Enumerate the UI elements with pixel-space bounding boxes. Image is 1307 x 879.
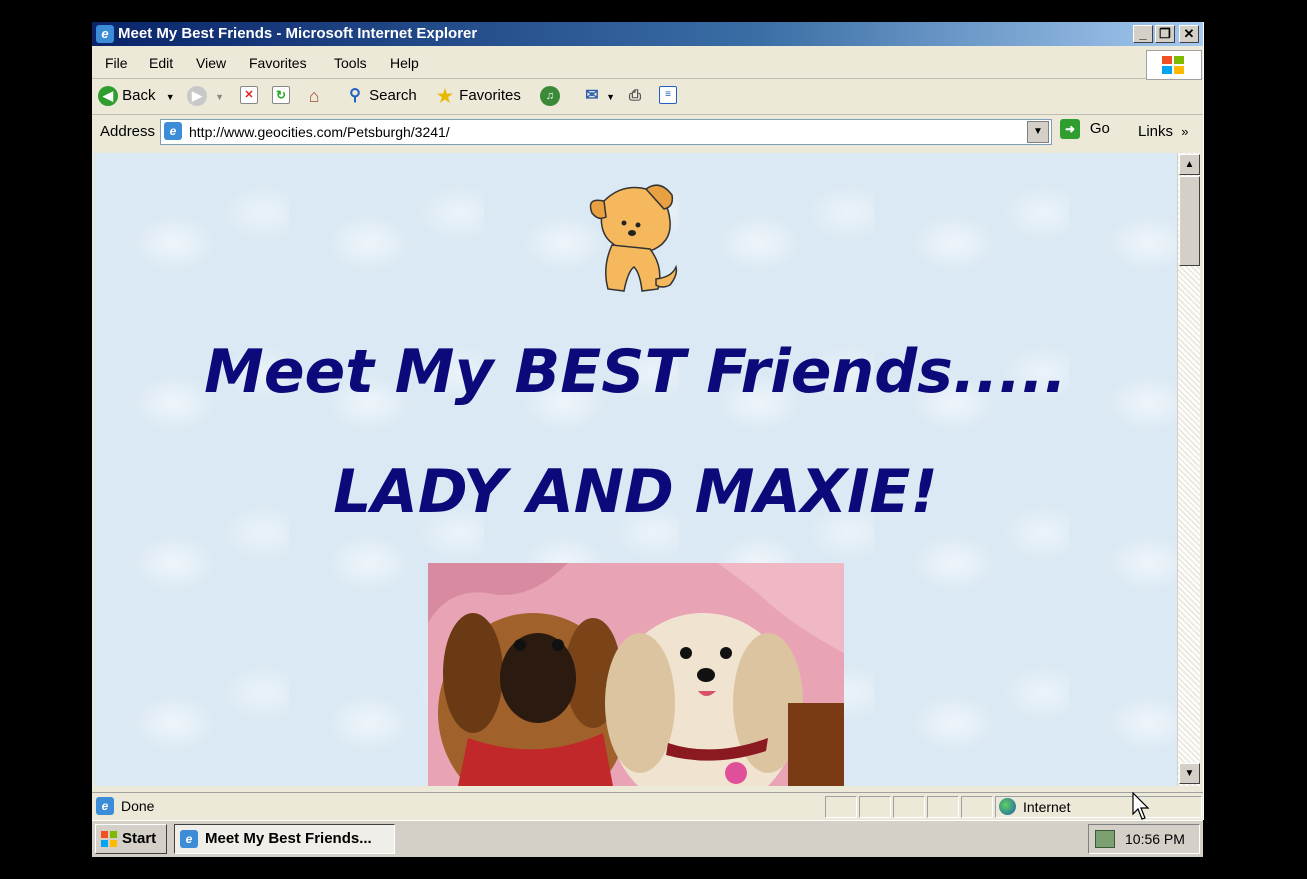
search-label: Search <box>369 86 417 104</box>
scroll-up-button[interactable]: ▲ <box>1179 154 1200 175</box>
refresh-icon: ↻ <box>272 86 290 105</box>
page-content: Meet My BEST Friends..... LADY AND MAXIE… <box>94 153 1177 786</box>
back-arrow-icon: ◀ <box>98 86 118 106</box>
mouse-cursor-icon <box>1132 792 1150 820</box>
zone-text: Internet <box>1023 799 1071 815</box>
network-icon[interactable] <box>1095 830 1115 848</box>
windows-logo-icon <box>1146 50 1202 80</box>
status-pane <box>825 796 857 818</box>
zone-pane: Internet <box>995 796 1202 818</box>
vertical-scrollbar[interactable]: ▲ ▼ <box>1177 153 1200 786</box>
stop-icon: ✕ <box>240 86 258 105</box>
menu-view[interactable]: View <box>196 55 226 71</box>
favorites-button[interactable]: ★ Favorites <box>435 86 521 106</box>
home-icon: ⌂ <box>308 86 320 106</box>
go-button[interactable]: ➜ Go <box>1060 119 1110 139</box>
scroll-thumb[interactable] <box>1179 176 1200 266</box>
menu-edit[interactable]: Edit <box>149 55 173 71</box>
close-button[interactable]: ✕ <box>1179 25 1199 43</box>
dogs-photo <box>428 563 844 786</box>
chevron-down-icon[interactable]: ▼ <box>215 92 224 102</box>
status-text: Done <box>121 798 155 814</box>
forward-button[interactable]: ▶ ▼ <box>187 86 224 106</box>
taskbar: Start e Meet My Best Friends... 10:56 PM <box>92 820 1203 857</box>
task-label: Meet My Best Friends... <box>205 830 372 847</box>
menu-help[interactable]: Help <box>390 55 419 71</box>
go-label: Go <box>1089 119 1110 137</box>
puppy-image <box>589 184 678 292</box>
url-text: http://www.geocities.com/Petsburgh/3241/ <box>189 124 450 140</box>
refresh-button[interactable]: ↻ <box>272 86 290 105</box>
media-icon: ♫ <box>540 86 560 106</box>
back-label: Back <box>122 86 156 104</box>
page-heading: Meet My BEST Friends..... <box>204 337 1067 407</box>
status-pane <box>859 796 891 818</box>
address-label: Address <box>100 123 156 140</box>
menu-favorites[interactable]: Favorites <box>249 55 307 71</box>
address-dropdown-button[interactable]: ▼ <box>1027 121 1049 143</box>
back-button[interactable]: ◀ Back ▼ <box>98 86 175 106</box>
browser-window: e Meet My Best Friends - Microsoft Inter… <box>92 22 1204 820</box>
go-arrow-icon: ➜ <box>1060 119 1080 139</box>
ie-task-icon: e <box>180 830 198 848</box>
menu-tools[interactable]: Tools <box>334 55 367 71</box>
window-title: Meet My Best Friends - Microsoft Interne… <box>118 25 478 42</box>
chevron-down-icon[interactable]: ▼ <box>166 92 175 102</box>
favorites-label: Favorites <box>459 86 521 104</box>
start-label: Start <box>122 830 157 847</box>
status-pane <box>927 796 959 818</box>
edit-page-icon: ≡ <box>659 86 677 105</box>
ie-logo-icon: e <box>96 25 114 43</box>
chevron-down-icon[interactable]: ▼ <box>606 92 615 102</box>
print-icon: ⎙ <box>628 87 641 104</box>
menu-file[interactable]: File <box>105 55 128 71</box>
system-tray: 10:56 PM <box>1088 824 1200 854</box>
title-bar[interactable]: e Meet My Best Friends - Microsoft Inter… <box>92 22 1203 46</box>
forward-arrow-icon: ▶ <box>187 86 207 106</box>
mail-button[interactable]: ✉ ▼ <box>582 86 615 106</box>
edit-button[interactable]: ≡ <box>659 86 677 105</box>
print-button[interactable]: ⎙ <box>625 86 645 106</box>
mail-icon: ✉ <box>585 87 599 104</box>
taskbar-task-button[interactable]: e Meet My Best Friends... <box>174 824 395 854</box>
start-button[interactable]: Start <box>95 824 167 854</box>
minimize-button[interactable]: _ <box>1133 25 1153 43</box>
stop-button[interactable]: ✕ <box>240 86 258 105</box>
search-icon: ⚲ <box>349 87 361 104</box>
search-button[interactable]: ⚲ Search <box>345 86 417 106</box>
home-button[interactable]: ⌂ <box>304 86 324 106</box>
status-pane <box>893 796 925 818</box>
page-status-icon: e <box>96 797 114 815</box>
address-bar: Address e http://www.geocities.com/Petsb… <box>92 116 1203 148</box>
page-icon: e <box>164 122 182 140</box>
links-button[interactable]: Links » <box>1138 123 1188 140</box>
status-pane <box>961 796 993 818</box>
chevron-right-icon: » <box>1181 124 1189 139</box>
links-label: Links <box>1138 123 1174 140</box>
address-input[interactable]: e http://www.geocities.com/Petsburgh/324… <box>160 119 1052 145</box>
windows-flag-icon <box>101 831 117 847</box>
standard-toolbar: ◀ Back ▼ ▶ ▼ ✕ ↻ ⌂ ⚲ Search ★ Favorites … <box>92 80 1203 115</box>
star-icon: ★ <box>436 86 454 106</box>
menu-bar: File Edit View Favorites Tools Help <box>92 48 1203 80</box>
page-subheading: LADY AND MAXIE! <box>333 457 938 527</box>
globe-icon <box>999 798 1016 815</box>
clock-text: 10:56 PM <box>1125 831 1185 847</box>
media-button[interactable]: ♫ <box>540 86 560 106</box>
status-bar: e Done Internet <box>92 792 1203 819</box>
scroll-down-button[interactable]: ▼ <box>1179 763 1200 784</box>
restore-button[interactable]: ❐ <box>1155 25 1175 43</box>
